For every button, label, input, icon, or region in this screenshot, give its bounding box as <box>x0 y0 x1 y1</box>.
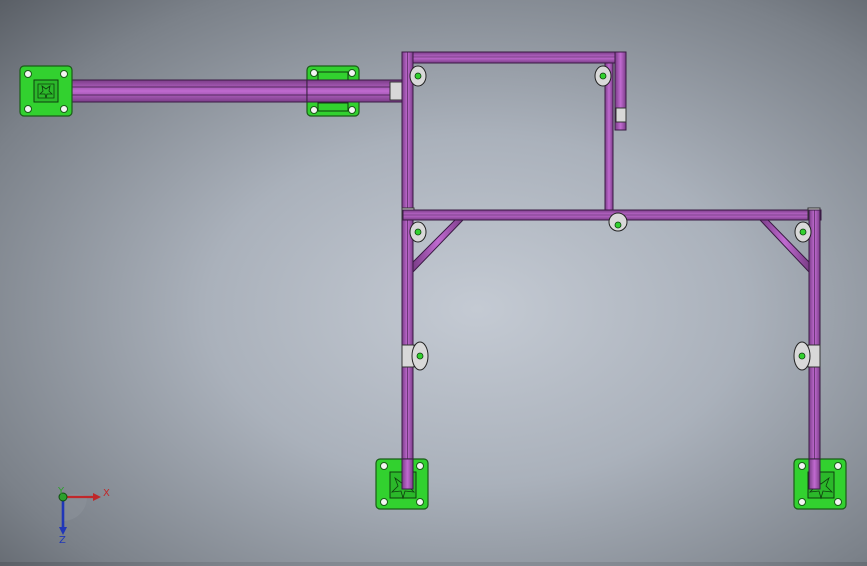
x-axis-label: X <box>103 488 110 499</box>
z-axis-label: Z <box>59 535 66 546</box>
y-axis-label: Y <box>57 486 65 497</box>
left-post[interactable] <box>401 51 415 491</box>
left-arm-beam-segment <box>306 79 404 103</box>
base-plate-left[interactable] <box>19 65 73 117</box>
right-post[interactable] <box>807 209 821 491</box>
reference-triad[interactable]: X Y Z <box>57 486 110 546</box>
upper-frame[interactable] <box>402 51 627 212</box>
corner-connector <box>389 81 403 101</box>
cad-viewport[interactable]: X Y Z <box>0 0 867 562</box>
assembly-view[interactable]: X Y Z <box>0 0 867 562</box>
